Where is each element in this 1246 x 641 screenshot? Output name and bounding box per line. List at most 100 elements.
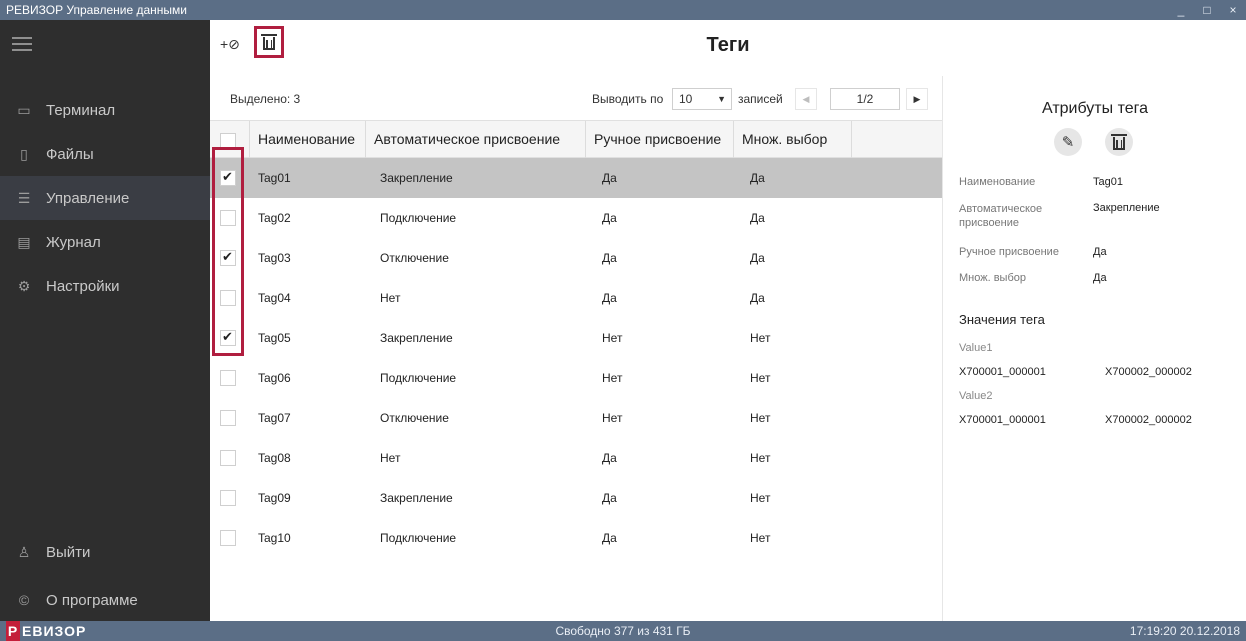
journal-icon: ▤	[17, 233, 31, 250]
sidebar-item-settings[interactable]: ⚙ Настройки	[0, 264, 210, 308]
table-toolbar: Выделено: 3 Выводить по 10 ▼ записей ◀ 1…	[210, 76, 942, 120]
row-select-cell	[210, 438, 250, 478]
column-header-manual[interactable]: Ручное присвоение	[586, 121, 734, 158]
minimize-button[interactable]: _	[1168, 0, 1194, 20]
table-row[interactable]: Tag03 Отключение Да Да	[210, 238, 942, 278]
sidebar-item-journal[interactable]: ▤ Журнал	[0, 220, 210, 264]
cell-auto: Нет	[380, 451, 401, 465]
row-checkbox[interactable]	[220, 169, 236, 186]
cell-manual: Да	[602, 211, 617, 225]
values-title: Значения тега	[959, 312, 1045, 327]
cell-auto: Подключение	[380, 211, 457, 225]
attr-label: Ручное присвоение	[959, 246, 1059, 258]
cell-auto: Нет	[380, 291, 401, 305]
cell-name: Tag09	[258, 491, 291, 505]
cell-manual: Да	[602, 251, 617, 265]
row-checkbox[interactable]	[220, 249, 236, 266]
page-indicator[interactable]: 1/2	[830, 88, 900, 110]
row-checkbox[interactable]	[220, 290, 236, 306]
cell-auto: Закрепление	[380, 491, 453, 505]
value-name: Value1	[959, 342, 993, 354]
cell-manual: Да	[602, 531, 617, 545]
pencil-icon: ✎	[1061, 134, 1075, 151]
hamburger-icon[interactable]	[12, 37, 32, 51]
selected-count: Выделено: 3	[230, 92, 301, 106]
sidebar-item-about[interactable]: © О программе	[0, 578, 210, 622]
cell-manual: Нет	[602, 331, 623, 345]
sidebar-item-logout[interactable]: ♙ Выйти	[0, 530, 210, 574]
sidebar-item-files[interactable]: ▯ Файлы	[0, 132, 210, 176]
cell-multi: Нет	[750, 411, 771, 425]
cell-name: Tag07	[258, 411, 291, 425]
sidebar: ▭ Терминал ▯ Файлы ☰ Управление ▤ Журнал…	[0, 20, 210, 621]
table-row[interactable]: Tag08 Нет Да Нет	[210, 438, 942, 478]
row-checkbox[interactable]	[220, 210, 236, 226]
menu-toggle[interactable]	[0, 20, 210, 68]
attr-name: Наименование Tag01	[959, 176, 1239, 188]
cell-auto: Закрепление	[380, 171, 453, 185]
status-bar: Свободно 377 из 431 ГБ Р ЕВИЗОР 17:19:20 …	[0, 621, 1246, 641]
cell-name: Tag01	[258, 171, 291, 185]
title-bar: РЕВИЗОР Управление данными _ □ ×	[0, 0, 1246, 20]
column-header-auto[interactable]: Автоматическое присвоение	[366, 121, 586, 158]
table-row[interactable]: Tag04 Нет Да Да	[210, 278, 942, 318]
table-row[interactable]: Tag06 Подключение Нет Нет	[210, 358, 942, 398]
row-select-cell	[210, 198, 250, 238]
per-page-select[interactable]: 10 ▼	[672, 88, 732, 110]
row-select-cell	[210, 478, 250, 518]
copyright-icon: ©	[18, 592, 30, 608]
cell-name: Tag08	[258, 451, 291, 465]
row-checkbox[interactable]	[220, 370, 236, 386]
cell-name: Tag04	[258, 291, 291, 305]
table-row[interactable]: Tag05 Закрепление Нет Нет	[210, 318, 942, 358]
attr-value: Закрепление	[1093, 202, 1160, 214]
attr-label: Наименование	[959, 176, 1036, 188]
edit-tag-button[interactable]: ✎	[1054, 128, 1082, 156]
delete-tag-button[interactable]	[1105, 128, 1133, 156]
trash-icon	[1111, 134, 1127, 150]
window-controls: _ □ ×	[1168, 0, 1246, 20]
cell-auto: Закрепление	[380, 331, 453, 345]
table-row[interactable]: Tag07 Отключение Нет Нет	[210, 398, 942, 438]
attr-auto: Автоматическое присвоение Закрепление	[959, 202, 1239, 230]
sidebar-item-management[interactable]: ☰ Управление	[0, 176, 210, 220]
select-all-checkbox[interactable]	[220, 133, 236, 149]
row-select-cell	[210, 318, 250, 358]
attr-value: Да	[1093, 272, 1107, 284]
table-row[interactable]: Tag01 Закрепление Да Да	[210, 158, 942, 198]
row-checkbox[interactable]	[220, 450, 236, 466]
user-icon: ♙	[17, 543, 31, 560]
row-checkbox[interactable]	[220, 329, 236, 346]
table-row[interactable]: Tag09 Закрепление Да Нет	[210, 478, 942, 518]
files-icon: ▯	[20, 145, 28, 162]
column-header-multi[interactable]: Множ. выбор	[734, 121, 852, 158]
value-pair: X700001_000001 X700002_000002	[959, 366, 1239, 378]
cell-multi: Нет	[750, 451, 771, 465]
tags-table: Выделено: 3 Выводить по 10 ▼ записей ◀ 1…	[210, 76, 942, 621]
column-header-name[interactable]: Наименование	[250, 121, 366, 158]
row-select-cell	[210, 238, 250, 278]
attr-label: Автоматическое присвоение	[959, 203, 1043, 229]
per-page-label: Выводить по	[592, 92, 664, 106]
sidebar-item-terminal[interactable]: ▭ Терминал	[0, 88, 210, 132]
table-row[interactable]: Tag10 Подключение Да Нет	[210, 518, 942, 558]
prev-page-button[interactable]: ◀	[795, 88, 817, 110]
revisor-logo: Р ЕВИЗОР	[6, 621, 87, 641]
gear-icon: ⚙	[17, 277, 31, 294]
cell-manual: Нет	[602, 411, 623, 425]
sidebar-item-label: Терминал	[46, 101, 116, 119]
row-checkbox[interactable]	[220, 490, 236, 506]
cell-multi: Нет	[750, 371, 771, 385]
maximize-button[interactable]: □	[1194, 0, 1220, 20]
clock: 17:19:20 20.12.2018	[1129, 624, 1240, 638]
cell-name: Tag06	[258, 371, 291, 385]
cell-multi: Да	[750, 171, 765, 185]
close-button[interactable]: ×	[1220, 0, 1246, 20]
row-checkbox[interactable]	[220, 530, 236, 546]
table-row[interactable]: Tag02 Подключение Да Да	[210, 198, 942, 238]
row-checkbox[interactable]	[220, 410, 236, 426]
value-b: X700002_000002	[1105, 366, 1192, 378]
terminal-icon: ▭	[17, 101, 31, 118]
value-a: X700001_000001	[959, 414, 1046, 426]
next-page-button[interactable]: ▶	[906, 88, 928, 110]
